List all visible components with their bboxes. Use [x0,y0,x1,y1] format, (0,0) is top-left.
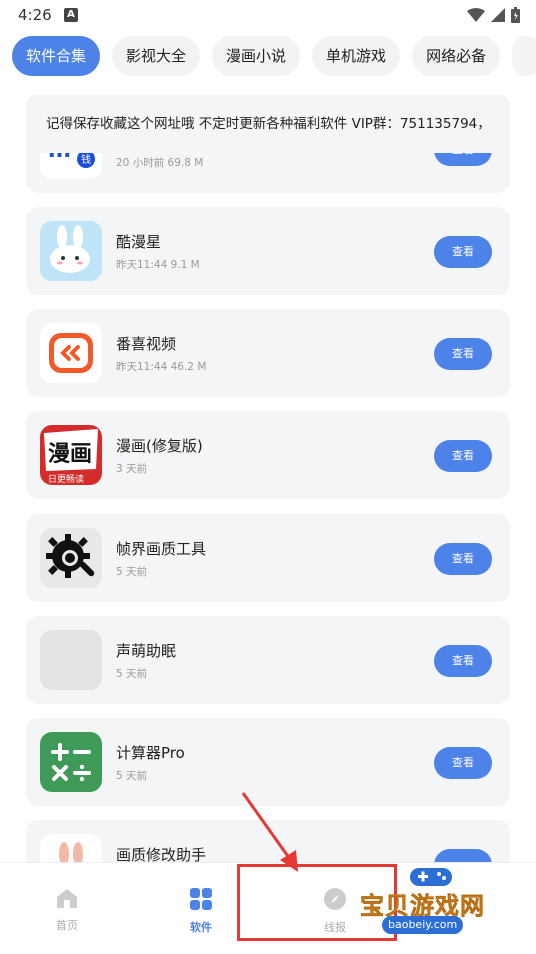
app-meta: 昨天11:44 9.1 M [116,259,200,271]
notice-banner: 记得保存收藏这个网址哦 不定时更新各种福利软件 VIP群：751135794， [26,95,510,153]
view-button[interactable]: 查看 [434,236,492,268]
list-item[interactable]: 帧界画质工具 5 天前 查看 [26,514,510,602]
svg-text:漫画: 漫画 [48,442,92,467]
calculator-icon [40,732,102,792]
view-button[interactable] [434,849,492,862]
app-meta: 20 小时前 69.8 M [116,157,204,169]
watermark-logo: 宝贝游戏网 baobeiy.com [360,862,510,942]
manhua-icon: 漫画 日更畅读 [40,425,102,485]
list-item[interactable]: 计算器Pro 5 天前 查看 [26,718,510,806]
rabbit-icon [40,221,102,281]
app-meta: 昨天11:44 46.2 M [116,361,207,373]
app-name: 番喜视频 [116,335,177,353]
app-name: 漫画(修复版) [116,437,203,455]
view-button[interactable]: 查看 [434,543,492,575]
nav-label: 首页 [56,919,78,932]
app-name: 计算器Pro [116,744,185,762]
placeholder-icon [40,630,102,690]
app-meta: 3 天前 [116,463,148,475]
svg-text:日更畅读: 日更畅读 [48,473,84,485]
video-play-icon [40,323,102,383]
list-item[interactable]: 番喜视频 昨天11:44 46.2 M 查看 [26,309,510,397]
app-name: 画质修改助手 [116,846,207,862]
list-item[interactable]: 酷漫星 昨天11:44 9.1 M 查看 [26,207,510,295]
view-button[interactable]: 查看 [434,747,492,779]
list-item[interactable]: 声萌助眠 5 天前 查看 [26,616,510,704]
nav-label: 软件 [190,921,212,934]
app-meta: 5 天前 [116,668,148,680]
view-button[interactable]: 查看 [434,645,492,677]
view-button[interactable]: 查看 [434,338,492,370]
list-item[interactable]: 画质修改助手 [26,820,510,862]
rabbit-ears-icon [40,834,102,862]
list-item[interactable]: 漫画 日更畅读 漫画(修复版) 3 天前 查看 [26,411,510,499]
app-name: 声萌助眠 [116,642,177,660]
app-name: 帧界画质工具 [116,540,207,558]
view-button[interactable]: 查看 [434,440,492,472]
gear-search-icon [40,528,102,588]
grid-icon [190,888,212,910]
watermark-url: baobeiy.com [382,916,464,934]
app-name: 酷漫星 [116,233,162,251]
home-icon [57,889,77,908]
app-meta: 5 天前 [116,770,148,782]
nav-home[interactable]: 首页 [37,887,97,933]
app-meta: 5 天前 [116,566,148,578]
nav-software[interactable]: 软件 [171,887,231,935]
svg-text:钱: 钱 [81,153,91,166]
